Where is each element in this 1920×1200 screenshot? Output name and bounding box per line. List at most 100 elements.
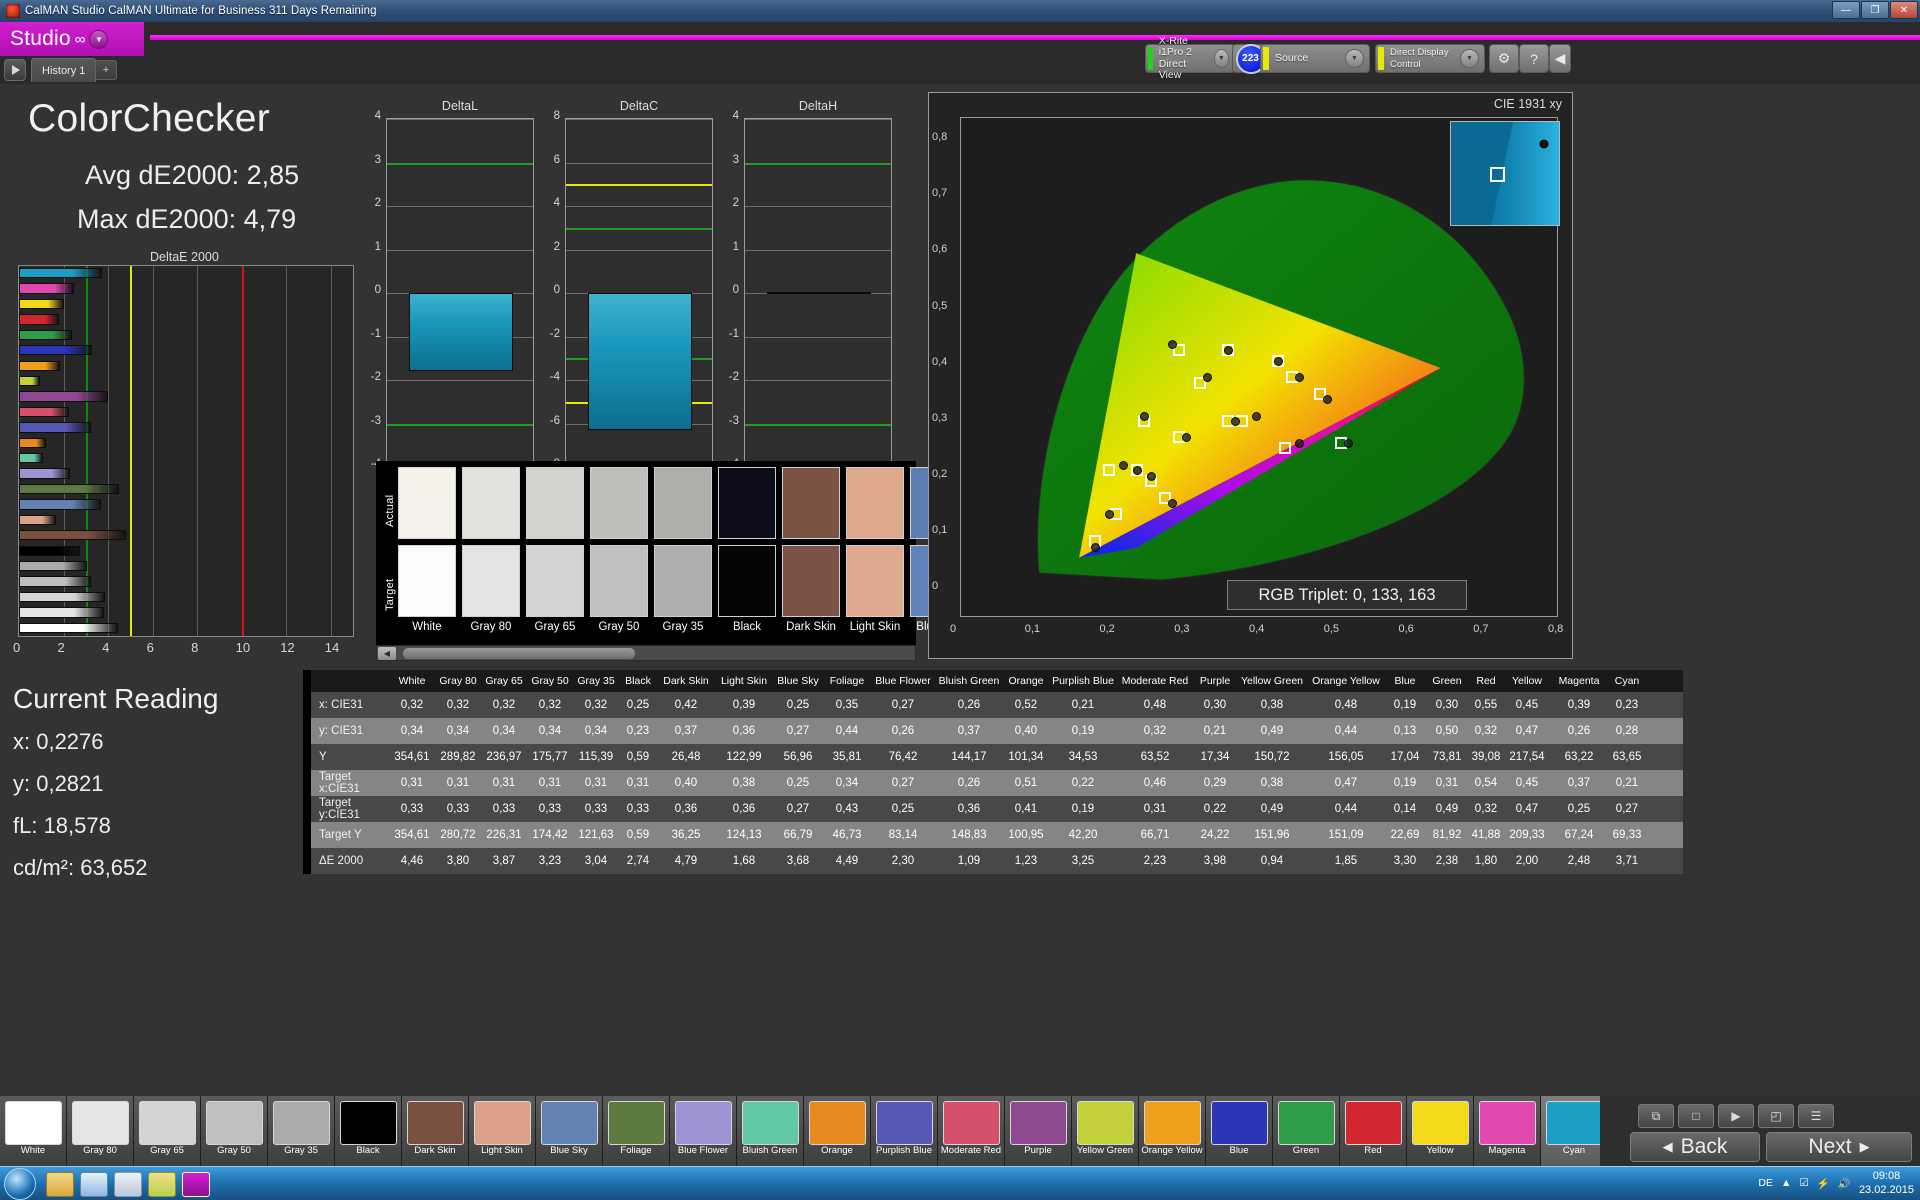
delta-e-bar — [19, 576, 91, 587]
table-cell: 0,22 — [1071, 777, 1095, 789]
swatch-comparison-panel: Actual Target White Gray 80 Gray 65 Gray 50… — [376, 461, 968, 661]
tray-volume-icon[interactable]: 🔊 — [1838, 1177, 1851, 1190]
scroll-thumb[interactable] — [403, 648, 635, 659]
table-cell: 0,32 — [400, 699, 424, 711]
color-patch-foliage[interactable]: Foliage — [603, 1096, 670, 1166]
delta-e-bar — [19, 483, 119, 495]
color-patch-gray-50[interactable]: Gray 50 — [201, 1096, 268, 1166]
start-button[interactable] — [4, 1168, 36, 1200]
calculator-taskbar-icon[interactable] — [114, 1172, 142, 1197]
color-patch-bluish-green[interactable]: Bluish Green — [737, 1096, 804, 1166]
color-patch-blue-sky[interactable]: Blue Sky — [536, 1096, 603, 1166]
color-patch-purple[interactable]: Purple — [1005, 1096, 1072, 1166]
table-row[interactable]: Target x:CIE31 0,31 0,31 0,31 0,31 0,31 0,31 0,… — [303, 770, 1683, 796]
table-cell: 17,34 — [1200, 751, 1230, 763]
collapse-button[interactable]: ◀ — [1549, 44, 1571, 73]
color-patch-orange-yellow[interactable]: Orange Yellow — [1139, 1096, 1206, 1166]
tab-history-1[interactable]: History 1 — [31, 58, 97, 82]
swatch-scrollbar[interactable]: ◀ — [376, 645, 916, 661]
color-patch-yellow-green[interactable]: Yellow Green — [1072, 1096, 1139, 1166]
color-patch-moderate-red[interactable]: Moderate Red — [938, 1096, 1005, 1166]
scroll-left-icon[interactable]: ◀ — [378, 647, 396, 660]
close-button[interactable]: ✕ — [1890, 1, 1918, 19]
table-row[interactable]: ΔE 2000 4,46 3,80 3,87 3,23 3,04 2,74 4,79 1,68 3… — [303, 848, 1683, 874]
maximize-button[interactable]: ❐ — [1861, 1, 1889, 19]
clock-time: 09:08 — [1872, 1170, 1901, 1182]
color-patch-purplish-blue[interactable]: Purplish Blue — [871, 1096, 938, 1166]
chevron-down-icon[interactable]: ▼ — [89, 29, 109, 49]
color-patch-gray-65[interactable]: Gray 65 — [134, 1096, 201, 1166]
color-patch-light-skin[interactable]: Light Skin — [469, 1096, 536, 1166]
tray-language[interactable]: DE — [1758, 1177, 1773, 1189]
cie-y-tick: 0,1 — [932, 524, 948, 537]
back-button[interactable]: ◀ Back — [1630, 1132, 1760, 1162]
explorer-taskbar-icon[interactable] — [46, 1172, 74, 1197]
delta-e-bar — [19, 422, 92, 433]
measurement-table[interactable]: White Gray 80 Gray 65 Gray 50 Gray 35 Black Da… — [303, 670, 1683, 874]
add-tab-button[interactable]: + — [95, 60, 117, 80]
table-cell: 3,68 — [786, 855, 810, 867]
patch-chip — [206, 1101, 263, 1145]
chevron-down-icon[interactable]: ▼ — [1213, 49, 1229, 68]
table-cell: 115,39 — [578, 751, 614, 763]
meter-group[interactable]: X-Rite i1Pro 2 Direct View ▼ — [1145, 35, 1235, 81]
color-patch-magenta[interactable]: Magenta — [1474, 1096, 1541, 1166]
reading-x: x: 0,2276 — [13, 729, 104, 754]
source-select[interactable]: Source ▼ — [1260, 44, 1370, 73]
table-row[interactable]: x: CIE31 0,32 0,32 0,32 0,32 0,32 0,25 0,42 0,39… — [303, 692, 1683, 718]
cie-x-tick: 0,3 — [1174, 623, 1190, 635]
color-patch-blue[interactable]: Blue — [1206, 1096, 1273, 1166]
color-patch-orange[interactable]: Orange — [804, 1096, 871, 1166]
patch-label: Moderate Red — [940, 1145, 1002, 1156]
grid-icon-button[interactable]: ⧉ — [1638, 1104, 1674, 1128]
help-button[interactable]: ? — [1519, 44, 1549, 73]
play-icon-button[interactable]: ▶ — [1718, 1104, 1754, 1128]
table-cell: 17,04 — [1390, 751, 1420, 763]
tray-network-icon[interactable]: ☑ — [1799, 1177, 1808, 1189]
media-player-taskbar-icon[interactable] — [80, 1172, 108, 1197]
system-tray[interactable]: DE ▲ ☑ ⚡ 🔊 09:08 23.02.2015 — [1758, 1169, 1914, 1197]
color-patch-green[interactable]: Green — [1273, 1096, 1340, 1166]
display-control-select[interactable]: Direct Display Control ▼ — [1375, 44, 1485, 73]
color-patch-cyan[interactable]: Cyan — [1541, 1096, 1608, 1166]
delta-e-bar — [19, 298, 64, 310]
color-patch-white[interactable]: White — [0, 1096, 67, 1166]
color-patch-red[interactable]: Red — [1340, 1096, 1407, 1166]
table-cell: 2,48 — [1567, 855, 1591, 867]
tray-power-icon[interactable]: ⚡ — [1817, 1177, 1830, 1190]
next-button[interactable]: Next ▶ — [1766, 1132, 1912, 1162]
tray-up-icon[interactable]: ▲ — [1781, 1177, 1791, 1189]
color-patch-dark-skin[interactable]: Dark Skin — [402, 1096, 469, 1166]
table-cell: 2,38 — [1435, 855, 1459, 867]
taskbar-clock[interactable]: 09:08 23.02.2015 — [1859, 1169, 1914, 1197]
color-patch-gray-80[interactable]: Gray 80 — [67, 1096, 134, 1166]
minimize-button[interactable]: — — [1832, 1, 1860, 19]
table-row[interactable]: Y 354,61 289,82 236,97 175,77 115,39 0,59 26,48… — [303, 744, 1683, 770]
play-button[interactable] — [4, 59, 26, 81]
patch-chip — [139, 1101, 196, 1145]
chevron-down-icon[interactable]: ▼ — [1345, 49, 1364, 68]
folder-taskbar-icon[interactable] — [148, 1172, 176, 1197]
save-icon-button[interactable]: ◰ — [1758, 1104, 1794, 1128]
color-patch-black[interactable]: Black — [335, 1096, 402, 1166]
table-row[interactable]: y: CIE31 0,34 0,34 0,34 0,34 0,34 0,23 0,37 0,36… — [303, 718, 1683, 744]
table-cell: 2,00 — [1515, 855, 1539, 867]
table-row[interactable]: Target Y 354,61 280,72 226,31 174,42 121,63 0,… — [303, 822, 1683, 848]
table-cell: 101,34 — [1008, 751, 1044, 763]
color-patch-yellow[interactable]: Yellow — [1407, 1096, 1474, 1166]
square-icon-button[interactable]: □ — [1678, 1104, 1714, 1128]
table-row[interactable]: Target y:CIE31 0,33 0,33 0,33 0,33 0,33 0,33 0,… — [303, 796, 1683, 822]
table-cell: 0,48 — [1334, 699, 1358, 711]
table-cell: 26,48 — [671, 751, 701, 763]
chevron-down-icon[interactable]: ▼ — [1460, 49, 1479, 68]
studio-menu-button[interactable]: Studio ∞ ▼ — [0, 22, 144, 56]
color-patch-blue-flower[interactable]: Blue Flower — [670, 1096, 737, 1166]
calman-taskbar-icon[interactable] — [182, 1172, 210, 1197]
threshold-line — [241, 266, 244, 636]
table-cell: 150,72 — [1254, 751, 1290, 763]
link-icon-button[interactable]: ☰ — [1798, 1104, 1834, 1128]
color-patch-gray-35[interactable]: Gray 35 — [268, 1096, 335, 1166]
cie-x-tick: 0,1 — [1024, 623, 1041, 635]
settings-button[interactable]: ⚙ — [1489, 44, 1519, 73]
table-cell: 0,28 — [1615, 725, 1639, 737]
